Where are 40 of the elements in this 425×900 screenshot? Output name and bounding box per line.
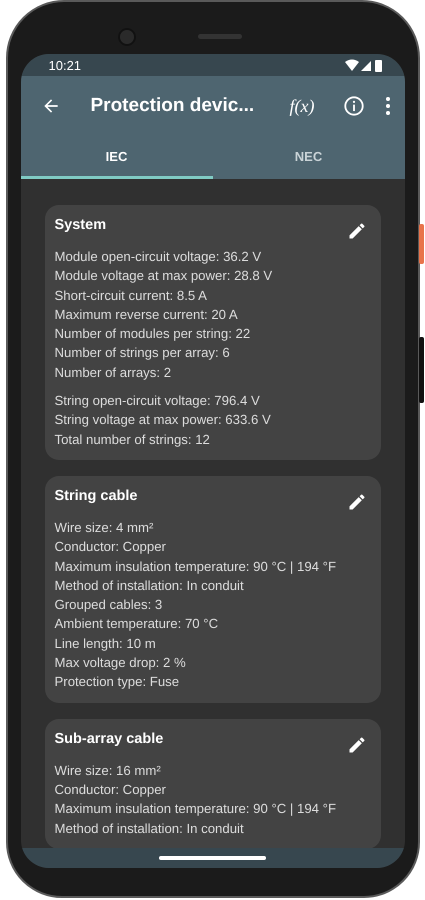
card-title: String cable [54,488,138,504]
info-line: Maximum reverse current: 20 A [54,306,239,324]
camera-icon [118,28,136,46]
info-line: Line length: 10 m [54,634,157,653]
info-line: Protection type: Fuse [54,673,180,692]
info-line: Method of installation: In conduit [54,576,245,595]
edit-icon[interactable] [346,734,366,755]
info-line: Number of arrays: 2 [54,364,172,382]
info-line: Module open-circuit voltage: 36.2 V [54,248,262,266]
info-line: Short-circuit current: 8.5 A [54,286,208,305]
tab[interactable]: IEC [20,136,212,179]
speaker-icon [198,34,242,39]
info-line: Module voltage at max power: 28.8 V [54,267,274,286]
info-line: Wire size: 4 mm² [54,518,154,537]
card-title: Sub-array cable [54,730,164,747]
info-line: Number of modules per string: 22 [54,325,252,344]
home-handle[interactable] [159,856,266,860]
screen-title: Protection devic... [90,95,256,117]
more-icon[interactable] [384,96,390,116]
info-line: Conductor: Copper [54,538,167,556]
status-icons [344,58,382,72]
info-line: String open-circuit voltage: 796.4 V [54,392,261,410]
info-line: Method of installation: In conduit [54,820,245,838]
info-line: Number of strings per array: 6 [54,344,231,362]
info-line: Ambient temperature: 70 °C [54,615,220,634]
status-time: 10:21 [48,58,82,72]
tab[interactable]: NEC [212,136,404,179]
info-line: Maximum insulation temperature: 90 °C | 194 °F [54,800,338,818]
info-line: Total number of strings: 12 [54,430,211,449]
edit-icon[interactable] [346,221,366,241]
card-title: System [54,217,106,233]
info-line: Maximum insulation temperature: 90 °C | 194 °F [54,558,338,576]
info-line: Max voltage drop: 2 % [54,654,187,672]
info-line: Wire size: 16 mm² [54,762,162,780]
info-line: String voltage at max power: 633.6 V [54,411,272,430]
formula-button[interactable]: f(x) [282,96,322,116]
info-icon[interactable] [342,95,364,117]
info-line: Conductor: Copper [54,780,167,799]
info-line: Grouped cables: 3 [54,596,164,614]
edit-icon[interactable] [346,492,366,512]
